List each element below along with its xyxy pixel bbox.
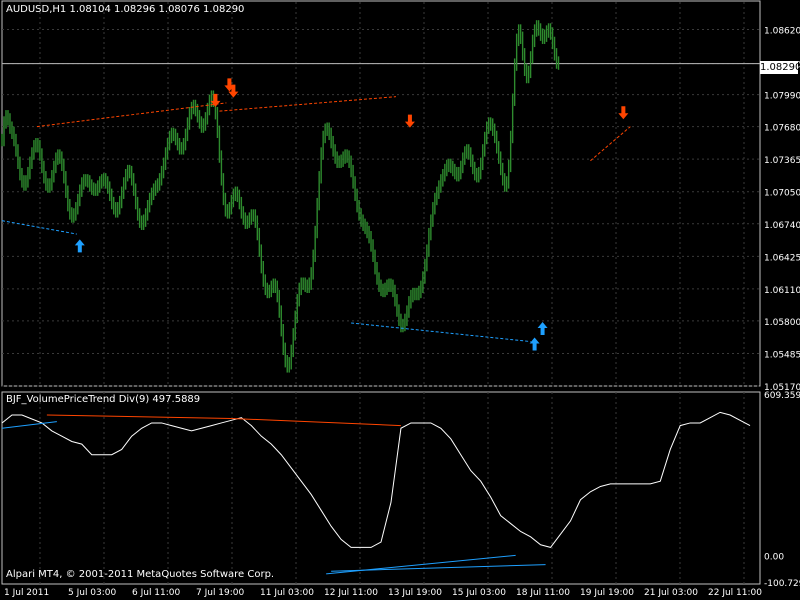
indicator-tick-label: 609.3598: [764, 391, 800, 401]
buy-arrow-icon: [529, 337, 540, 351]
time-tick-label: 6 Jul 11:00: [132, 588, 181, 598]
price-panel-frame: [1, 0, 761, 387]
chart-canvas[interactable]: 1.08620 1.08290 1.07990 1.07680 1.07365 1.070…: [0, 0, 800, 600]
indicator-divergence-line: [1, 421, 57, 429]
price-tick-label: 1.07365: [764, 156, 800, 166]
indicator-tick-label: 0.00: [764, 552, 784, 562]
time-tick-label: 12 Jul 11:00: [324, 588, 378, 598]
time-tick-label: 15 Jul 03:00: [452, 588, 506, 598]
price-tick-label: 1.08620: [764, 27, 800, 37]
time-tick-label: 11 Jul 03:00: [260, 588, 314, 598]
price-divergence-line: [219, 96, 397, 112]
time-tick-label: 22 Jul 11:00: [708, 588, 762, 598]
indicator-panel-frame: [1, 391, 761, 585]
indicator-divergence-line: [326, 554, 516, 575]
price-divergence-line: [590, 126, 631, 162]
indicator-divergence-line: [331, 564, 546, 572]
time-tick-label: 13 Jul 19:00: [388, 588, 442, 598]
buy-arrow-icon: [74, 239, 85, 253]
price-divergence-line: [351, 322, 531, 343]
time-tick-label: 1 Jul 2011: [4, 588, 49, 598]
sell-arrow-icon: [618, 106, 629, 120]
symbol-title: AUDUSD,H1 1.08104 1.08296 1.08076 1.0829…: [6, 4, 245, 15]
price-divergence-line: [1, 220, 77, 235]
buy-arrow-icon: [537, 322, 548, 336]
sell-arrow-icon: [404, 114, 415, 128]
indicator-divergence-line: [231, 417, 401, 427]
price-tick-label: 1.05485: [764, 350, 800, 360]
indicator-line: [1, 411, 751, 548]
indicator-divergence-line: [46, 414, 232, 419]
price-tick-label: 1.07990: [764, 92, 800, 102]
price-tick-label: 1.05800: [764, 318, 800, 328]
copyright-footer: Alpari MT4, © 2001-2011 MetaQuotes Softw…: [6, 569, 275, 580]
price-tick-label: 1.06425: [764, 253, 800, 263]
indicator-title: BJF_VolumePriceTrend Div(9) 497.5889: [6, 394, 201, 405]
time-tick-label: 19 Jul 19:00: [580, 588, 634, 598]
price-tick-label: 1.07050: [764, 189, 800, 199]
indicator-tick-label: -100.729: [764, 579, 800, 589]
price-tick-label: 1.06110: [764, 286, 800, 296]
price-tick-label: 1.07680: [764, 124, 800, 134]
price-tick-label: 1.06740: [764, 221, 800, 231]
time-tick-label: 18 Jul 11:00: [516, 588, 570, 598]
time-tick-label: 21 Jul 03:00: [644, 588, 698, 598]
time-tick-label: 7 Jul 19:00: [196, 588, 245, 598]
terminal-chart-window[interactable]: 1.08620 1.08290 1.07990 1.07680 1.07365 1.070…: [0, 0, 800, 600]
current-price-label: 1.08290: [760, 61, 800, 74]
time-tick-label: 5 Jul 03:00: [68, 588, 117, 598]
